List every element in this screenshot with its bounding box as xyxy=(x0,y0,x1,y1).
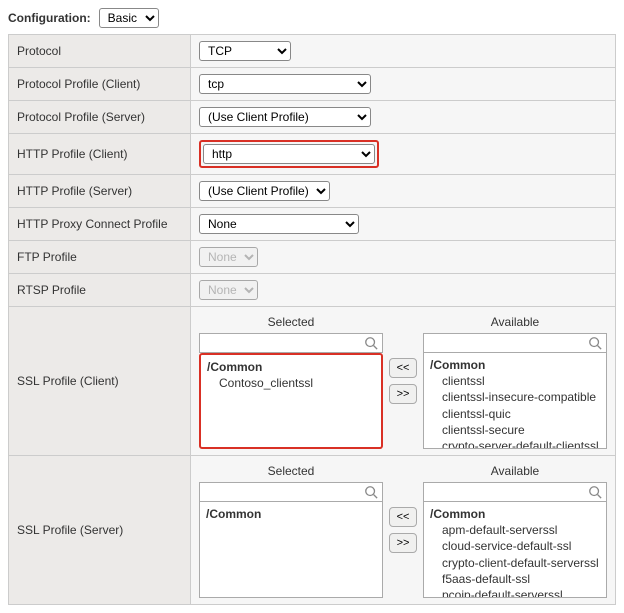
list-item[interactable]: f5aas-default-ssl xyxy=(430,571,600,587)
protocol-profile-client-select[interactable]: tcp xyxy=(199,74,371,94)
search-icon xyxy=(588,485,602,499)
ssl-client-available-search[interactable] xyxy=(423,333,607,353)
row-label-ftp-profile: FTP Profile xyxy=(9,241,191,274)
list-item[interactable]: Contoso_clientssl xyxy=(207,375,375,391)
ssl-client-selected-header: Selected xyxy=(199,313,383,333)
list-group: /Common xyxy=(206,506,376,522)
row-label-ssl-client: SSL Profile (Client) xyxy=(9,307,191,456)
row-label-protocol-profile-server: Protocol Profile (Server) xyxy=(9,101,191,134)
list-item[interactable]: crypto-client-default-serverssl xyxy=(430,555,600,571)
ssl-client-move-right-button[interactable]: >> xyxy=(389,384,417,404)
list-group: /Common xyxy=(207,359,375,375)
http-proxy-connect-select[interactable]: None xyxy=(199,214,359,234)
ssl-client-available-search-input[interactable] xyxy=(424,334,586,352)
ssl-client-selected-search[interactable] xyxy=(199,333,383,353)
ssl-server-available-list[interactable]: /Commonapm-default-serversslcloud-servic… xyxy=(423,502,607,598)
protocol-select[interactable]: TCP xyxy=(199,41,291,61)
ssl-client-move-left-button[interactable]: << xyxy=(389,358,417,378)
search-icon xyxy=(588,336,602,350)
row-label-http-proxy-connect: HTTP Proxy Connect Profile xyxy=(9,208,191,241)
ssl-server-move-right-button[interactable]: >> xyxy=(389,533,417,553)
row-label-protocol-profile-client: Protocol Profile (Client) xyxy=(9,68,191,101)
row-label-ssl-server: SSL Profile (Server) xyxy=(9,456,191,605)
configuration-label: Configuration: xyxy=(8,11,91,25)
ftp-profile-select: None xyxy=(199,247,258,267)
ssl-client-available-header: Available xyxy=(423,313,607,333)
configuration-select[interactable]: Basic xyxy=(99,8,159,28)
ssl-client-selected-list[interactable]: /CommonContoso_clientssl xyxy=(199,353,383,449)
list-item[interactable]: pcoip-default-serverssl xyxy=(430,587,600,598)
ssl-server-selected-list[interactable]: /Common xyxy=(199,502,383,598)
search-icon xyxy=(364,336,378,350)
list-item[interactable]: clientssl xyxy=(430,373,600,389)
row-label-http-profile-server: HTTP Profile (Server) xyxy=(9,175,191,208)
ssl-server-available-search-input[interactable] xyxy=(424,483,586,501)
row-label-rtsp-profile: RTSP Profile xyxy=(9,274,191,307)
ssl-client-available-list[interactable]: /Commonclientsslclientssl-insecure-compa… xyxy=(423,353,607,449)
list-item[interactable]: clientssl-quic xyxy=(430,406,600,422)
list-item[interactable]: apm-default-serverssl xyxy=(430,522,600,538)
ssl-server-selected-search[interactable] xyxy=(199,482,383,502)
protocol-profile-server-select[interactable]: (Use Client Profile) xyxy=(199,107,371,127)
ssl-server-available-header: Available xyxy=(423,462,607,482)
search-icon xyxy=(364,485,378,499)
row-label-protocol: Protocol xyxy=(9,35,191,68)
ssl-server-selected-header: Selected xyxy=(199,462,383,482)
ssl-server-selected-search-input[interactable] xyxy=(200,483,362,501)
ssl-client-selected-search-input[interactable] xyxy=(200,334,362,352)
ssl-server-move-left-button[interactable]: << xyxy=(389,507,417,527)
rtsp-profile-select: None xyxy=(199,280,258,300)
list-item[interactable]: crypto-server-default-clientssl xyxy=(430,438,600,449)
row-label-http-profile-client: HTTP Profile (Client) xyxy=(9,134,191,175)
list-group: /Common xyxy=(430,357,600,373)
http-profile-client-select[interactable]: http xyxy=(203,144,375,164)
list-item[interactable]: clientssl-insecure-compatible xyxy=(430,389,600,405)
ssl-server-available-search[interactable] xyxy=(423,482,607,502)
http-profile-server-select[interactable]: (Use Client Profile) xyxy=(199,181,330,201)
list-item[interactable]: clientssl-secure xyxy=(430,422,600,438)
list-item[interactable]: cloud-service-default-ssl xyxy=(430,538,600,554)
list-group: /Common xyxy=(430,506,600,522)
